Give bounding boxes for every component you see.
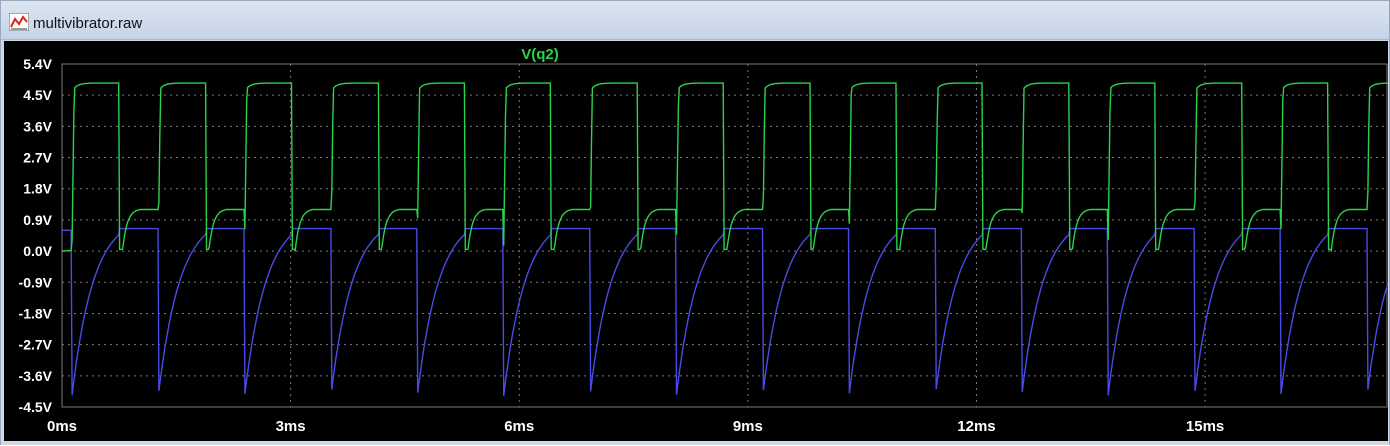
x-tick-label: 3ms [276, 418, 306, 435]
x-tick-label: 6ms [504, 418, 534, 435]
plot-area[interactable]: 5.4V 4.5V 3.6V 2.7V 1.8V 0.9V 0.0V -0.9V -1.8V -2… [4, 41, 1389, 441]
bottom-border [1, 441, 1389, 445]
y-tick-label: 2.7V [23, 150, 52, 166]
x-tick-label: 12ms [957, 418, 995, 435]
x-tick-label: 0ms [47, 418, 77, 435]
series-vq2-line [61, 82, 1389, 253]
y-tick-label: 0.0V [23, 243, 52, 259]
x-tick-label: 9ms [733, 418, 763, 435]
y-tick-label: 4.5V [23, 87, 52, 103]
series-blue-line [62, 227, 1389, 397]
y-tick-label: 3.6V [23, 118, 52, 134]
y-tick-label: 0.9V [23, 212, 52, 228]
y-tick-label: -2.7V [19, 337, 53, 353]
y-tick-label: -3.6V [19, 368, 53, 384]
y-tick-label: 1.8V [23, 181, 52, 197]
window-title: multivibrator.raw [33, 15, 143, 32]
plot-window: multivibrator.raw 5.4V 4.5V 3.6V 2.7V 1.8V 0.… [0, 0, 1390, 445]
chart-svg[interactable]: 5.4V 4.5V 3.6V 2.7V 1.8V 0.9V 0.0V -0.9V -1.8V -2… [4, 41, 1389, 441]
title-bar[interactable]: multivibrator.raw [1, 1, 1389, 40]
y-tick-label: 5.4V [23, 56, 52, 72]
x-tick-label: 15ms [1186, 418, 1224, 435]
y-tick-label: -1.8V [19, 305, 53, 321]
y-tick-label: -0.9V [19, 274, 53, 290]
y-tick-label: -4.5V [19, 399, 53, 415]
trace-label: V(q2) [521, 46, 559, 63]
waveform-icon [9, 13, 29, 31]
